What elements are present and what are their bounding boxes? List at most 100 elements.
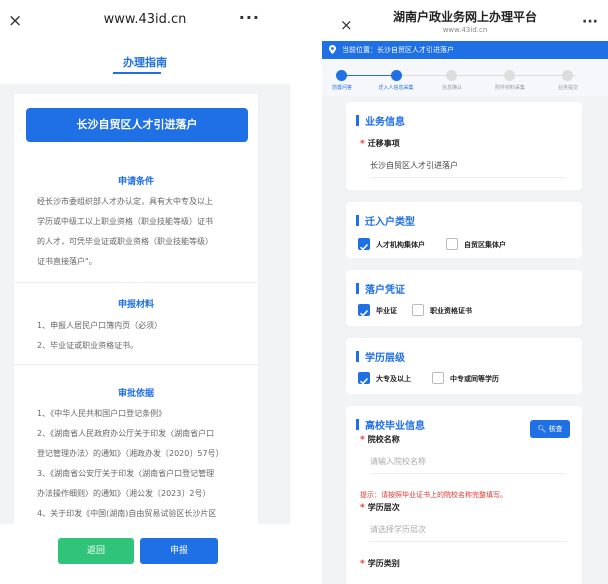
label-text: 学历类别 xyxy=(367,559,400,568)
step-2-dot xyxy=(391,70,402,81)
verify-label: 核查 xyxy=(548,425,563,433)
section-header: 业务信息 xyxy=(356,114,405,128)
text-line: 经长沙市委组织部人才办认定，具有大中专及以上 xyxy=(37,197,213,206)
location-pin-icon xyxy=(329,45,336,54)
required-mark: * xyxy=(360,503,365,513)
app-title: 湖南户政业务网上办理平台 xyxy=(392,10,537,24)
credential-card: 落户凭证 毕业证 职业资格证书 xyxy=(346,270,582,326)
college-card: 高校毕业信息 🔍︎ 核查 * 院校名称 请输入院校名称 提示：请按照毕业证书上的院… xyxy=(346,406,582,584)
checkbox-secondary[interactable] xyxy=(432,372,444,384)
label-text: 院校名称 xyxy=(367,435,400,444)
business-card: 业务信息 * 迁移事项 长沙自贸区人才引进落户 xyxy=(346,102,582,190)
checkbox-college[interactable] xyxy=(358,372,370,385)
step-label: 前置问答 xyxy=(331,85,352,91)
required-mark: * xyxy=(360,559,365,569)
back-button[interactable]: 返回 xyxy=(58,538,134,564)
bottom-bar: 返回 申报 xyxy=(0,524,290,584)
section-bar xyxy=(356,350,359,362)
search-icon: 🔍︎ xyxy=(537,425,547,433)
step-1-dot xyxy=(336,70,347,81)
section-bar xyxy=(356,114,359,126)
text-line: 1、《中华人民共和国户口登记条例》 xyxy=(37,409,167,418)
divider xyxy=(14,282,258,283)
checkbox-diploma[interactable] xyxy=(358,304,370,317)
education-card: 学历层级 大专及以上 中专或同等学历 xyxy=(346,338,582,394)
tab-underline xyxy=(113,72,161,74)
section-header: 学历层级 xyxy=(356,350,405,364)
checkbox-qualification[interactable] xyxy=(412,304,424,316)
background xyxy=(0,94,13,524)
guide-card: 长沙自贸区人才引进落户 申请条件 经长沙市委组织部人才办认定，具有大中专及以上 … xyxy=(13,94,259,524)
school-input[interactable]: 请输入院校名称 xyxy=(370,456,566,474)
text-line: 2、毕业证或职业资格证书。 xyxy=(37,341,139,350)
text-line: 4、关于印发《中国(湖南)自由贸易试验区长沙片区 xyxy=(37,509,217,518)
section-header: 落户凭证 xyxy=(356,282,405,296)
step-4-dot xyxy=(504,70,515,81)
step-3-dot xyxy=(446,70,457,81)
section-bar xyxy=(356,282,359,294)
divider xyxy=(0,84,290,94)
apply-button[interactable]: 申报 xyxy=(140,538,218,564)
required-mark: * xyxy=(360,435,365,445)
household-type-card: 迁入户类型 人才机构集体户 自贸区集体户 xyxy=(346,202,582,258)
step-5-dot xyxy=(562,70,573,81)
app-subtitle: www.43id.cn xyxy=(442,26,488,34)
section-title-conditions: 申请条件 xyxy=(117,177,154,187)
label-text: 迁移事项 xyxy=(367,139,400,148)
progress-steps: 前置问答 迁入人信息采集 信息确认 附件材料采集 业务提交 xyxy=(322,60,608,96)
text-line: 1、申报人居民户口簿内页（必须） xyxy=(37,321,163,330)
transfer-item-label: * 迁移事项 xyxy=(360,138,400,149)
checkbox-label: 毕业证 xyxy=(376,307,397,315)
more-icon[interactable]: ··· xyxy=(582,14,598,30)
text-line: 3、《湖南省公安厅关于印发〈湖南省户口登记管理 xyxy=(37,469,215,478)
background xyxy=(259,94,290,524)
step-connector xyxy=(396,75,576,76)
text-line: 的人才，可凭毕业证或职业资格（职业技能等级） xyxy=(37,237,213,246)
section-title: 学历层级 xyxy=(365,352,405,364)
label-text: 学历层次 xyxy=(367,503,400,512)
section-text-basis: 1、《中华人民共和国户口登记条例》 2、《湖南省人民政府办公厅关于印发〈湖南省户… xyxy=(37,404,247,524)
section-bar xyxy=(356,214,359,226)
section-title: 落户凭证 xyxy=(365,284,405,296)
text-line: 证书直接落户"。 xyxy=(37,257,97,266)
checkbox-label: 人才机构集体户 xyxy=(376,241,425,249)
step-label: 迁入人信息采集 xyxy=(378,85,414,91)
text-line: 2、《湖南省人民政府办公厅关于印发〈湖南省户口 xyxy=(37,429,215,438)
section-title: 迁入户类型 xyxy=(365,216,415,228)
step-label: 附件材料采集 xyxy=(494,85,525,91)
verify-button[interactable]: 🔍︎ 核查 xyxy=(530,420,570,438)
level-select[interactable]: 请选择学历层次 xyxy=(370,524,566,542)
section-text-conditions: 经长沙市委组织部人才办认定，具有大中专及以上 学历或中级工以上职业资格（职业技能… xyxy=(37,192,247,272)
browser-header: × www.43id.cn ··· xyxy=(0,0,290,42)
section-text-materials: 1、申报人居民户口簿内页（必须） 2、毕业证或职业资格证书。 xyxy=(37,316,247,356)
app-header: × 湖南户政业务网上办理平台 www.43id.cn ··· xyxy=(322,0,608,40)
divider xyxy=(14,364,258,365)
transfer-item-value: 长沙自贸区人才引进落户 xyxy=(370,160,566,178)
section-header: 迁入户类型 xyxy=(356,214,415,228)
application-screen: × 湖南户政业务网上办理平台 www.43id.cn ··· 当前位置：长沙自贸… xyxy=(322,0,608,584)
more-icon[interactable]: ··· xyxy=(239,8,260,27)
section-bar xyxy=(356,418,359,430)
checkbox-ftz-collective[interactable] xyxy=(446,238,458,250)
guide-screen: × www.43id.cn ··· 办理指南 长沙自贸区人才引进落户 申请条件 … xyxy=(0,0,290,584)
location-text: 当前位置：长沙自贸区人才引进落户 xyxy=(342,46,454,54)
check-icon xyxy=(359,378,369,385)
location-bar: 当前位置：长沙自贸区人才引进落户 xyxy=(322,41,608,59)
section-title: 业务信息 xyxy=(365,116,405,128)
form-background: 业务信息 * 迁移事项 长沙自贸区人才引进落户 迁入户类型 人才机构集体户 自贸区… xyxy=(322,96,608,584)
text-line: 办法操作细则〉的通知》（湘公发〔2023〕2号） xyxy=(37,489,211,498)
category-label: * 学历类别 xyxy=(360,558,400,569)
school-hint: 提示：请按照毕业证书上的院校名称完整填写。 xyxy=(360,491,507,499)
section-title-materials: 申报材料 xyxy=(117,300,154,310)
step-label: 信息确认 xyxy=(441,85,462,91)
required-mark: * xyxy=(360,139,365,149)
guide-banner: 长沙自贸区人才引进落户 xyxy=(26,108,248,142)
checkbox-talent-collective[interactable] xyxy=(358,238,370,251)
check-icon xyxy=(359,244,369,251)
school-label: * 院校名称 xyxy=(360,434,400,445)
checkbox-label: 自贸区集体户 xyxy=(464,241,506,249)
text-line: 登记管理办法〉的通知》（湘政办发〔2020〕57号） xyxy=(37,449,224,458)
checkbox-label: 中专或同等学历 xyxy=(450,375,499,383)
tab-guide[interactable]: 办理指南 xyxy=(0,54,290,70)
section-header: 高校毕业信息 xyxy=(356,418,425,432)
